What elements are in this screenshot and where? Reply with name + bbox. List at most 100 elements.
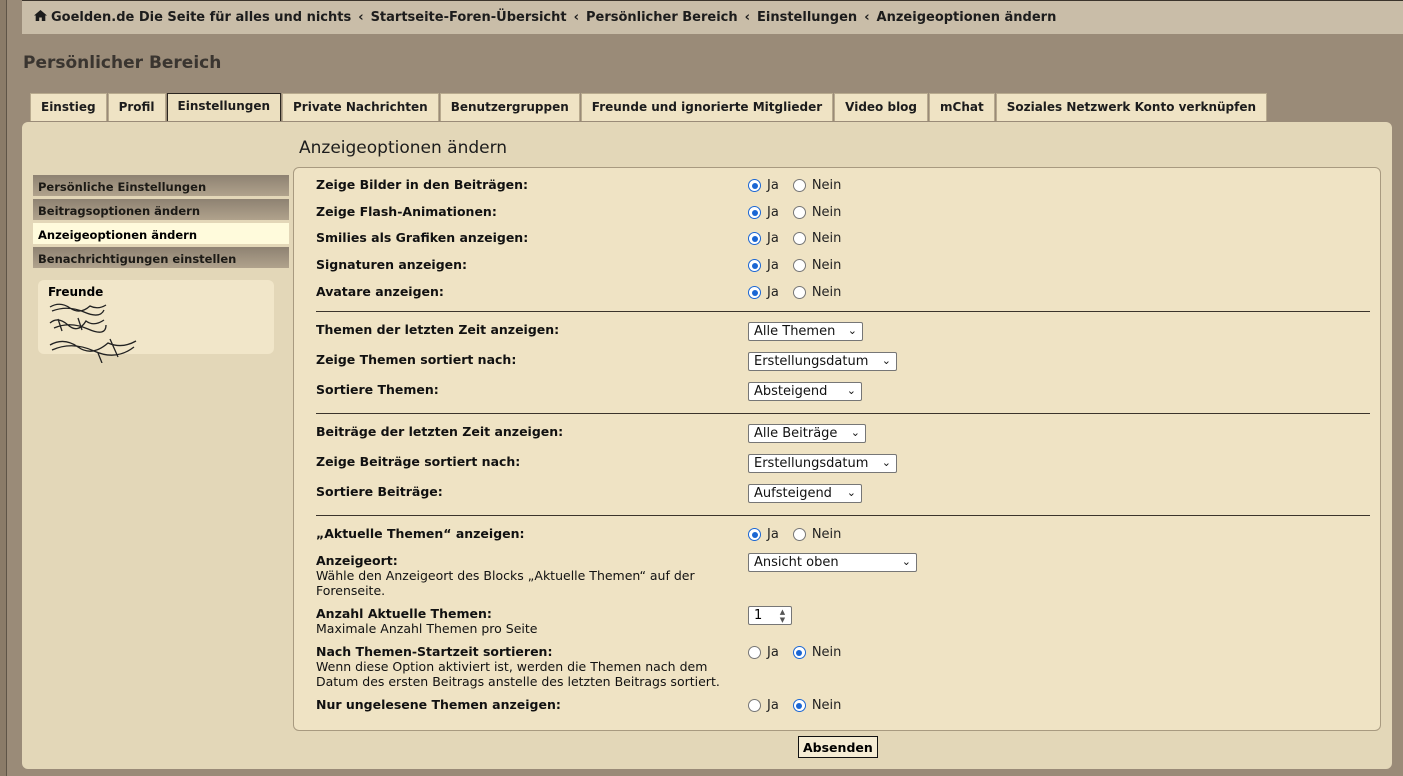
label-location: Anzeigeort: Wähle den Anzeigeort des Blo… — [316, 553, 695, 598]
radio-group-start-sort: Ja Nein — [748, 645, 855, 660]
topic-days-value: Alle Themen — [754, 324, 836, 339]
radio-no[interactable] — [792, 528, 806, 541]
topic-order-value: Absteigend — [754, 384, 828, 399]
radio-yes[interactable] — [748, 646, 761, 659]
chevron-down-icon: ⌄ — [846, 384, 856, 397]
tab-mchat[interactable]: mChat — [929, 93, 995, 121]
radio-yes-label: Ja — [767, 231, 779, 246]
select-wrap-topic-days: Alle Themen ⌄ — [748, 322, 863, 341]
tab-video-blog[interactable]: Video blog — [834, 93, 929, 121]
breadcrumb-link-forum-index[interactable]: Startseite-Foren-Übersicht — [371, 10, 567, 25]
radio-yes[interactable] — [748, 259, 761, 272]
radio-no-label: Nein — [811, 527, 842, 542]
page-title: Persönlicher Bereich — [23, 53, 222, 73]
topic-sort-value: Erstellungsdatum — [754, 354, 869, 369]
sidebar-item-notifications[interactable]: Benachrichtigungen einstellen — [33, 247, 289, 268]
tab-einstellungen[interactable]: Einstellungen — [166, 93, 282, 121]
radio-yes[interactable] — [748, 179, 761, 192]
radio-no[interactable] — [792, 206, 806, 219]
radio-no-label: Nein — [811, 178, 842, 193]
select-wrap-post-order: Aufsteigend ⌄ — [748, 484, 862, 503]
friends-title: Freunde — [48, 285, 104, 299]
start-sort-desc-line1: Wenn diese Option aktiviert ist, werden … — [316, 659, 708, 674]
breadcrumb-link-ucp[interactable]: Persönlicher Bereich — [586, 10, 738, 25]
label-topic-days: Themen der letzten Zeit anzeigen: — [316, 322, 560, 337]
chevron-down-icon: ⌄ — [847, 324, 857, 337]
submit-button[interactable]: Absenden — [798, 736, 878, 758]
post-sort-select[interactable]: Erstellungsdatum ⌄ — [748, 454, 897, 473]
radio-no-label: Nein — [811, 205, 842, 220]
radio-no-label: Nein — [811, 231, 842, 246]
post-days-select[interactable]: Alle Beiträge ⌄ — [748, 424, 866, 443]
divider — [316, 413, 1370, 414]
topic-sort-select[interactable]: Erstellungsdatum ⌄ — [748, 352, 897, 371]
location-title: Anzeigeort: — [316, 553, 398, 568]
label-topic-order: Sortiere Themen: — [316, 382, 439, 397]
location-desc-line1: Wähle den Anzeigeort des Blocks „Aktuell… — [316, 568, 695, 583]
breadcrumb-link-home[interactable]: Goelden.de Die Seite für alles und nicht… — [51, 10, 351, 25]
radio-group-smilies: Ja Nein — [748, 231, 855, 246]
radio-no-label: Nein — [811, 258, 842, 273]
label-start-sort: Nach Themen-Startzeit sortieren: Wenn di… — [316, 644, 720, 689]
redacted-friends-list — [49, 303, 137, 364]
tab-social-network[interactable]: Soziales Netzwerk Konto verknüpfen — [995, 93, 1268, 121]
select-wrap-topic-order: Absteigend ⌄ — [748, 382, 862, 401]
select-wrap-post-days: Alle Beiträge ⌄ — [748, 424, 866, 443]
radio-no[interactable] — [792, 286, 806, 299]
tab-einstieg[interactable]: Einstieg — [30, 93, 107, 121]
breadcrumb-link-settings[interactable]: Einstellungen — [757, 10, 857, 25]
radio-no-label: Nein — [811, 645, 842, 660]
ucp-tabs: Einstieg Profil Einstellungen Private Na… — [30, 93, 1268, 121]
location-value: Ansicht oben — [754, 555, 839, 570]
radio-yes[interactable] — [748, 699, 761, 712]
topic-days-select[interactable]: Alle Themen ⌄ — [748, 322, 863, 341]
home-icon[interactable] — [34, 10, 47, 25]
radio-no[interactable] — [792, 179, 806, 192]
radio-group-show-flash: Ja Nein — [748, 205, 855, 220]
tab-freunde[interactable]: Freunde und ignorierte Mitglieder — [580, 93, 834, 121]
topic-order-select[interactable]: Absteigend ⌄ — [748, 382, 862, 401]
radio-yes[interactable] — [748, 206, 761, 219]
select-wrap-post-sort: Erstellungsdatum ⌄ — [748, 454, 897, 473]
radio-yes[interactable] — [748, 232, 761, 245]
stepper-arrows-icon[interactable]: ▲ ▼ — [776, 608, 789, 624]
radio-yes[interactable] — [748, 528, 761, 541]
label-show-flash: Zeige Flash-Animationen: — [316, 204, 497, 219]
radio-yes[interactable] — [748, 286, 761, 299]
radio-yes-label: Ja — [767, 285, 779, 300]
select-wrap-location: Ansicht oben ⌄ — [748, 553, 917, 572]
radio-no-label: Nein — [811, 285, 842, 300]
chevron-down-icon: ⌄ — [901, 555, 911, 568]
tab-benutzergruppen[interactable]: Benutzergruppen — [439, 93, 580, 121]
radio-yes-label: Ja — [767, 258, 779, 273]
divider — [316, 311, 1370, 312]
window-edge — [0, 0, 7, 776]
count-stepper[interactable]: 1 ▲ ▼ — [748, 606, 792, 625]
breadcrumb-separator: ‹ — [864, 10, 870, 25]
radio-no[interactable] — [792, 259, 806, 272]
breadcrumb-link-display-options[interactable]: Anzeigeoptionen ändern — [877, 10, 1057, 25]
tab-profil[interactable]: Profil — [107, 93, 166, 121]
tab-private-nachrichten[interactable]: Private Nachrichten — [282, 93, 439, 121]
label-signatures: Signaturen anzeigen: — [316, 257, 468, 272]
sidebar-item-personal-settings[interactable]: Persönliche Einstellungen — [33, 175, 289, 196]
radio-group-show-images: Ja Nein — [748, 178, 855, 193]
count-value: 1 — [754, 608, 763, 623]
location-select[interactable]: Ansicht oben ⌄ — [748, 553, 917, 572]
label-topic-sort: Zeige Themen sortiert nach: — [316, 352, 517, 367]
select-wrap-topic-sort: Erstellungsdatum ⌄ — [748, 352, 897, 371]
post-order-select[interactable]: Aufsteigend ⌄ — [748, 484, 862, 503]
divider — [316, 515, 1370, 516]
radio-group-unread-only: Ja Nein — [748, 698, 855, 713]
post-days-value: Alle Beiträge — [754, 426, 838, 441]
radio-no[interactable] — [792, 232, 806, 245]
chevron-down-icon: ⌄ — [850, 426, 860, 439]
sidebar-item-display-options[interactable]: Anzeigeoptionen ändern — [33, 223, 289, 244]
breadcrumb-separator: ‹ — [358, 10, 364, 25]
radio-no[interactable] — [792, 699, 806, 712]
count-title: Anzahl Aktuelle Themen: — [316, 606, 492, 621]
label-show-images: Zeige Bilder in den Beiträgen: — [316, 177, 529, 192]
sidebar-item-post-options[interactable]: Beitragsoptionen ändern — [33, 199, 289, 220]
radio-no[interactable] — [792, 646, 806, 659]
radio-group-avatars: Ja Nein — [748, 285, 855, 300]
